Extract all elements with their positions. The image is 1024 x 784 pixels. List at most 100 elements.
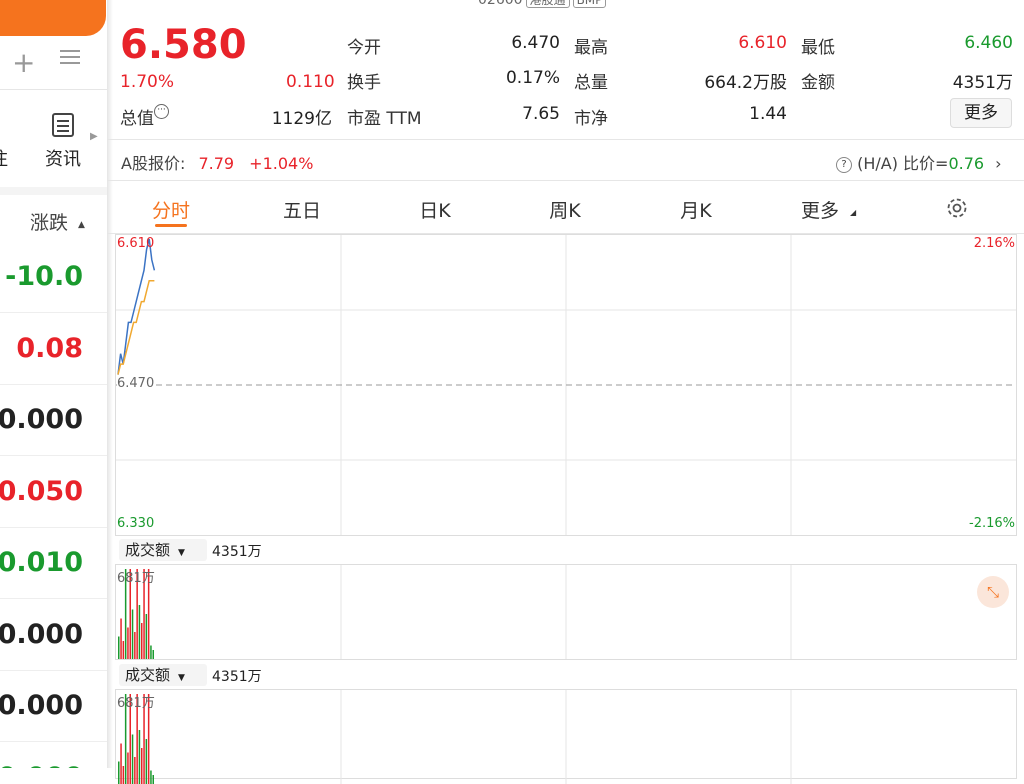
y-axis-bottom-label: 6.330 <box>117 516 154 531</box>
tab-more-caret-icon: ◢ <box>850 208 856 217</box>
high-label: 最高 <box>574 33 608 58</box>
volume-bar <box>118 637 120 660</box>
volume-bar <box>123 766 125 784</box>
sort-icon[interactable]: ▲ <box>78 220 85 230</box>
watchlist-panel: + ▶ 资讯 注 涨跌 ▲ -10.00.080.0000.050-0.0100… <box>0 0 107 768</box>
amount-value: 4351万 <box>880 68 1013 93</box>
pct-axis-top-label: 2.16% <box>960 236 1015 251</box>
high-value: 6.610 <box>660 33 787 53</box>
volume-bar <box>146 614 148 659</box>
volume-bar <box>118 762 120 784</box>
watchlist-row[interactable]: 0.000 <box>0 599 107 671</box>
low-label: 最低 <box>801 33 835 58</box>
turnover-label: 换手 <box>347 68 381 93</box>
indicator-select-2[interactable]: 成交额▼ <box>119 664 207 686</box>
volume-bar <box>153 650 155 659</box>
tab-5[interactable]: 更多 <box>780 196 860 223</box>
watchlist-change-value: 0.000 <box>0 742 83 769</box>
volume-bar <box>150 646 152 660</box>
watchlist-row[interactable]: 0.08 <box>0 313 107 385</box>
tag-connect: 港股通 <box>526 0 570 8</box>
tab-3[interactable]: 周K <box>525 196 605 223</box>
more-button[interactable]: 更多 <box>950 98 1012 128</box>
pb-value: 1.44 <box>660 104 787 124</box>
info-icon: ··· <box>154 104 169 119</box>
turnover-value: 0.17% <box>450 68 560 88</box>
change-amount: 0.110 <box>286 72 335 92</box>
expand-icon[interactable]: ⤡ <box>977 576 1009 608</box>
watchlist-change-value: 0.000 <box>0 599 83 670</box>
pct-axis-bottom-label: -2.16% <box>950 516 1015 531</box>
volume-bar <box>120 744 122 784</box>
help-icon: ? <box>836 157 852 173</box>
menu-icon[interactable] <box>60 46 80 68</box>
watchlist-change-value: 0.000 <box>0 670 83 741</box>
volume-max-label: 681万 <box>117 567 155 586</box>
total-value-label: 总值··· <box>120 104 169 129</box>
volume-bar <box>132 610 134 660</box>
tag-bmp: BMP <box>573 0 607 8</box>
volume-label: 总量 <box>574 68 608 93</box>
watchlist-change-value: 0.08 <box>16 313 83 384</box>
a-share-row[interactable]: A股报价: 7.79 +1.04% <box>121 150 313 174</box>
ha-ratio[interactable]: ? (H/A) 比价=0.76 › <box>836 150 1002 174</box>
volume-bar <box>146 739 148 784</box>
pe-label: 市盈 TTM <box>347 104 422 129</box>
chevron-right-icon: ▶ <box>90 131 98 142</box>
ha-ratio-value: 0.76 <box>948 154 984 173</box>
plus-icon[interactable]: + <box>12 46 35 79</box>
watchlist-row[interactable]: 0.000 <box>0 742 107 769</box>
volume-bar <box>141 623 143 659</box>
watchlist-row[interactable]: -0.010 <box>0 527 107 599</box>
volume-bar <box>134 757 136 784</box>
watchlist-row[interactable]: -10.0 <box>0 241 107 313</box>
tab-0[interactable]: 分时 <box>131 196 211 223</box>
news-label[interactable]: 资讯 <box>45 145 81 171</box>
tab-2[interactable]: 日K <box>395 196 475 223</box>
dropdown-icon: ▼ <box>178 673 185 683</box>
watchlist-tab[interactable] <box>0 0 106 36</box>
low-value: 6.460 <box>880 33 1013 53</box>
volume-max-label-2: 681万 <box>117 692 155 711</box>
volume-chart[interactable] <box>115 564 1017 660</box>
y-axis-mid-label: 6.470 <box>117 376 154 391</box>
pe-value: 7.65 <box>450 104 560 124</box>
pb-label: 市净 <box>574 104 608 129</box>
settings-icon[interactable] <box>945 196 969 220</box>
volume-bar <box>123 641 125 659</box>
volume-chart-2[interactable] <box>115 689 1017 779</box>
volume-bar <box>139 605 141 659</box>
watchlist-row[interactable]: 0.050 <box>0 456 107 528</box>
volume-bar <box>127 628 129 660</box>
total-value: 1129亿 <box>240 104 332 129</box>
volume-bar <box>127 753 129 784</box>
price-line <box>118 239 154 375</box>
indicator-value: 4351万 <box>212 541 262 561</box>
watchlist-change-value: -10.0 <box>5 241 83 312</box>
amount-label: 金额 <box>801 68 835 93</box>
news-icon[interactable] <box>52 113 74 137</box>
y-axis-top-label: 6.610 <box>117 236 154 251</box>
volume-bar <box>150 771 152 784</box>
change-column-header[interactable]: 涨跌 <box>30 208 68 235</box>
current-price: 6.580 <box>120 22 247 68</box>
intraday-chart[interactable] <box>115 234 1017 536</box>
volume-bar <box>139 730 141 784</box>
truncated-label: 注 <box>0 145 8 171</box>
volume-bar <box>134 632 136 659</box>
volume-bar <box>153 775 155 784</box>
volume-bar <box>120 619 122 660</box>
dropdown-icon: ▼ <box>178 548 185 558</box>
tab-1[interactable]: 五日 <box>262 196 342 223</box>
watchlist-change-value: 0.050 <box>0 456 83 527</box>
watchlist-change-value: -0.010 <box>0 527 83 598</box>
volume-bar <box>141 748 143 784</box>
watchlist-row[interactable]: 0.000 <box>0 384 107 456</box>
a-share-price: 7.79 <box>198 154 234 173</box>
change-percent: 1.70% <box>120 72 174 92</box>
watchlist-row[interactable]: 0.000 <box>0 670 107 742</box>
indicator-value-2: 4351万 <box>212 666 262 686</box>
a-share-label: A股报价: <box>121 154 185 173</box>
indicator-select[interactable]: 成交额▼ <box>119 539 207 561</box>
tab-4[interactable]: 月K <box>656 196 736 223</box>
